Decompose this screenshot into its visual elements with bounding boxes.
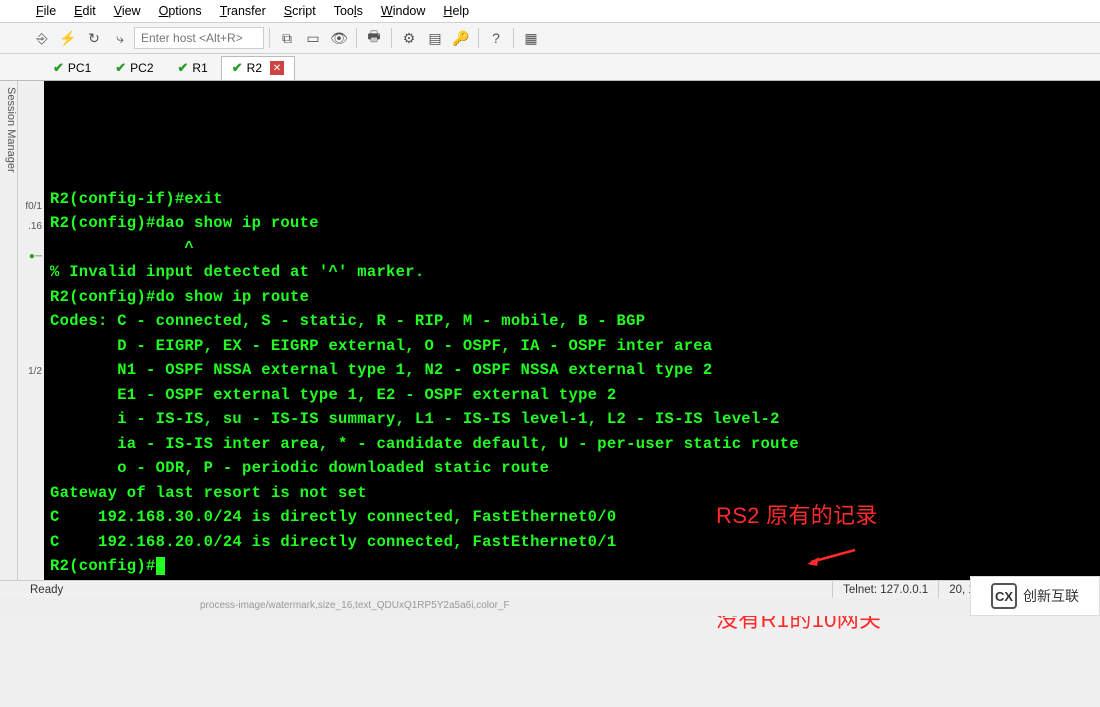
margin-label: f0/1: [25, 201, 42, 212]
cursor: [156, 557, 165, 575]
tab-r1[interactable]: ✔ R1: [167, 56, 219, 80]
copy-icon[interactable]: ⧉: [275, 26, 299, 50]
terminal-line: D - EIGRP, EX - EIGRP external, O - OSPF…: [50, 334, 1094, 358]
print-icon[interactable]: 🖶: [362, 26, 386, 50]
terminal-line: R2(config)#: [50, 554, 1094, 578]
terminal[interactable]: RS2 原有的记录 没有R1的10网关 R2(config-if)#exitR2…: [44, 81, 1100, 604]
host-input[interactable]: [134, 27, 264, 49]
status-bar: Ready Telnet: 127.0.0.1 20, 12 20 Rows, …: [0, 580, 1100, 598]
margin-label: .16: [28, 221, 42, 232]
main-area: Session Manager f0/1 .16 ●─ 1/2 RS2 原有的记…: [0, 81, 1100, 604]
reconnect-icon[interactable]: ↻: [82, 26, 106, 50]
left-margin: f0/1 .16 ●─ 1/2: [18, 81, 44, 604]
menu-options[interactable]: Options: [153, 1, 208, 21]
tab-pc1[interactable]: ✔ PC1: [42, 56, 102, 80]
session-options-icon[interactable]: ▤: [423, 26, 447, 50]
terminal-line: i - IS-IS, su - IS-IS summary, L1 - IS-I…: [50, 407, 1094, 431]
tab-label: PC1: [68, 61, 91, 75]
terminal-line: Codes: C - connected, S - static, R - RI…: [50, 309, 1094, 333]
separator: [478, 28, 479, 48]
menu-tools[interactable]: Tools: [328, 1, 369, 21]
close-icon[interactable]: ✕: [270, 61, 284, 75]
logo-badge: CX 创新互联: [970, 576, 1100, 616]
margin-node: ●─: [29, 251, 42, 262]
menu-file[interactable]: FFileile: [30, 1, 62, 21]
menu-help[interactable]: Help: [437, 1, 475, 21]
tab-label: R2: [247, 61, 262, 75]
terminal-line: o - ODR, P - periodic downloaded static …: [50, 456, 1094, 480]
separator: [513, 28, 514, 48]
check-icon: ✔: [178, 60, 189, 76]
terminal-line: Gateway of last resort is not set: [50, 481, 1094, 505]
help-icon[interactable]: ?: [484, 26, 508, 50]
tab-label: R1: [192, 61, 207, 75]
session-manager-sidebar[interactable]: Session Manager: [0, 81, 18, 604]
tab-r2[interactable]: ✔ R2 ✕: [221, 56, 295, 80]
find-icon[interactable]: 👁: [327, 26, 351, 50]
status-ready: Ready: [30, 584, 63, 596]
terminal-line: ^: [50, 236, 1094, 260]
tab-bar: ✔ PC1 ✔ PC2 ✔ R1 ✔ R2 ✕: [0, 54, 1100, 81]
tab-pc2[interactable]: ✔ PC2: [104, 56, 164, 80]
toggle-icon[interactable]: ▦: [519, 26, 543, 50]
status-connection: Telnet: 127.0.0.1: [832, 581, 938, 598]
terminal-line: N1 - OSPF NSSA external type 1, N2 - OSP…: [50, 358, 1094, 382]
logo-text: 创新互联: [1023, 586, 1079, 606]
terminal-line: % Invalid input detected at '^' marker.: [50, 260, 1094, 284]
quick-connect-icon[interactable]: ⚡: [56, 26, 80, 50]
terminal-line: R2(config)#do show ip route: [50, 285, 1094, 309]
menu-edit[interactable]: Edit: [68, 1, 102, 21]
terminal-line: R2(config)#dao show ip route: [50, 211, 1094, 235]
disconnect-icon[interactable]: ⤷: [108, 26, 132, 50]
terminal-line: ia - IS-IS inter area, * - candidate def…: [50, 432, 1094, 456]
menu-bar: FFileile Edit View Options Transfer Scri…: [0, 0, 1100, 23]
separator: [356, 28, 357, 48]
terminal-line: R2(config-if)#exit: [50, 187, 1094, 211]
terminal-line: C 192.168.30.0/24 is directly connected,…: [50, 505, 1094, 529]
logo-mark: CX: [991, 583, 1017, 609]
tab-label: PC2: [130, 61, 153, 75]
menu-window[interactable]: Window: [375, 1, 431, 21]
watermark-footer: process-image/watermark,size_16,text_QDU…: [0, 598, 1100, 616]
menu-transfer[interactable]: Transfer: [214, 1, 272, 21]
menu-view[interactable]: View: [108, 1, 147, 21]
separator: [391, 28, 392, 48]
settings-icon[interactable]: ⚙: [397, 26, 421, 50]
separator: [269, 28, 270, 48]
check-icon: ✔: [115, 60, 126, 76]
margin-label: 1/2: [28, 366, 42, 377]
paste-icon[interactable]: ▭: [301, 26, 325, 50]
toolbar: ⎆ ⚡ ↻ ⤷ ⧉ ▭ 👁 🖶 ⚙ ▤ 🔑 ? ▦: [0, 23, 1100, 54]
menu-script[interactable]: Script: [278, 1, 322, 21]
terminal-line: C 192.168.20.0/24 is directly connected,…: [50, 530, 1094, 554]
terminal-line: E1 - OSPF external type 1, E2 - OSPF ext…: [50, 383, 1094, 407]
connect-icon[interactable]: ⎆: [30, 26, 54, 50]
key-icon[interactable]: 🔑: [449, 26, 473, 50]
check-icon: ✔: [53, 60, 64, 76]
check-icon: ✔: [232, 60, 243, 76]
